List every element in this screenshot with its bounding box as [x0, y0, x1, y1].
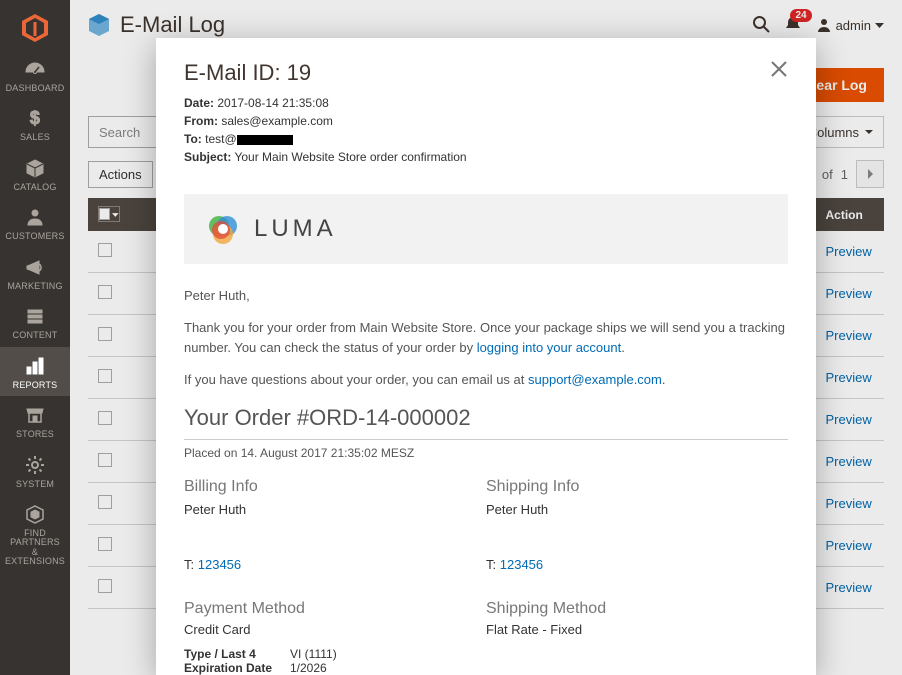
- close-modal-button[interactable]: [770, 60, 788, 81]
- box-icon: [24, 157, 46, 179]
- billing-heading: Billing Info: [184, 478, 486, 496]
- modal-overlay: E-Mail ID: 19 Date: 2017-08-14 21:35:08 …: [70, 0, 902, 675]
- modal-title: E-Mail ID: 19: [184, 60, 467, 86]
- sidebar-item-marketing[interactable]: MARKETING: [0, 248, 70, 297]
- sidebar-item-sales[interactable]: $SALES: [0, 99, 70, 148]
- sidebar-item-stores[interactable]: STORES: [0, 396, 70, 445]
- close-icon: [770, 60, 788, 78]
- support-email-link[interactable]: support@example.com: [528, 372, 662, 387]
- partners-icon: [24, 503, 46, 525]
- email-preview-modal: E-Mail ID: 19 Date: 2017-08-14 21:35:08 …: [156, 38, 816, 675]
- gauge-icon: [24, 58, 46, 80]
- sidebar-item-content[interactable]: CONTENT: [0, 297, 70, 346]
- sidebar-item-customers[interactable]: CUSTOMERS: [0, 198, 70, 247]
- shipping-name: Peter Huth: [486, 502, 788, 517]
- brand-banner: LUMA: [184, 194, 788, 264]
- svg-text:$: $: [30, 108, 40, 128]
- shipping-phone[interactable]: 123456: [500, 557, 543, 572]
- email-body: LUMA Peter Huth, Thank you for your orde…: [184, 194, 788, 675]
- greeting: Peter Huth,: [184, 286, 788, 306]
- sidebar-item-find[interactable]: FIND PARTNERS& EXTENSIONS: [0, 495, 70, 573]
- admin-sidebar: DASHBOARD$SALESCATALOGCUSTOMERSMARKETING…: [0, 0, 70, 675]
- gear-icon: [24, 454, 46, 476]
- sidebar-item-reports[interactable]: REPORTS: [0, 347, 70, 396]
- sidebar-item-system[interactable]: SYSTEM: [0, 446, 70, 495]
- sidebar-item-dashboard[interactable]: DASHBOARD: [0, 50, 70, 99]
- chart-icon: [24, 355, 46, 377]
- person-icon: [24, 206, 46, 228]
- placed-on: Placed on 14. August 2017 21:35:02 MESZ: [184, 446, 788, 460]
- brand-name: LUMA: [254, 215, 337, 243]
- luma-logo-icon: [206, 212, 240, 246]
- billing-phone[interactable]: 123456: [198, 557, 241, 572]
- payment-method: Credit Card: [184, 622, 486, 637]
- order-heading: Your Order #ORD-14-000002: [184, 405, 788, 431]
- redacted-text: [237, 135, 293, 145]
- sidebar-item-catalog[interactable]: CATALOG: [0, 149, 70, 198]
- shipping-heading: Shipping Info: [486, 478, 788, 496]
- shipping-method-heading: Shipping Method: [486, 600, 788, 618]
- megaphone-icon: [24, 256, 46, 278]
- dollar-icon: $: [24, 107, 46, 129]
- main-panel: E-Mail Log 24 admin Clear Log: [70, 0, 902, 675]
- account-link[interactable]: logging into your account: [477, 340, 622, 355]
- shipping-method: Flat Rate - Fixed: [486, 622, 788, 637]
- storefront-icon: [24, 404, 46, 426]
- stack-icon: [24, 305, 46, 327]
- magento-logo[interactable]: [0, 6, 70, 50]
- payment-method-heading: Payment Method: [184, 600, 486, 618]
- billing-name: Peter Huth: [184, 502, 486, 517]
